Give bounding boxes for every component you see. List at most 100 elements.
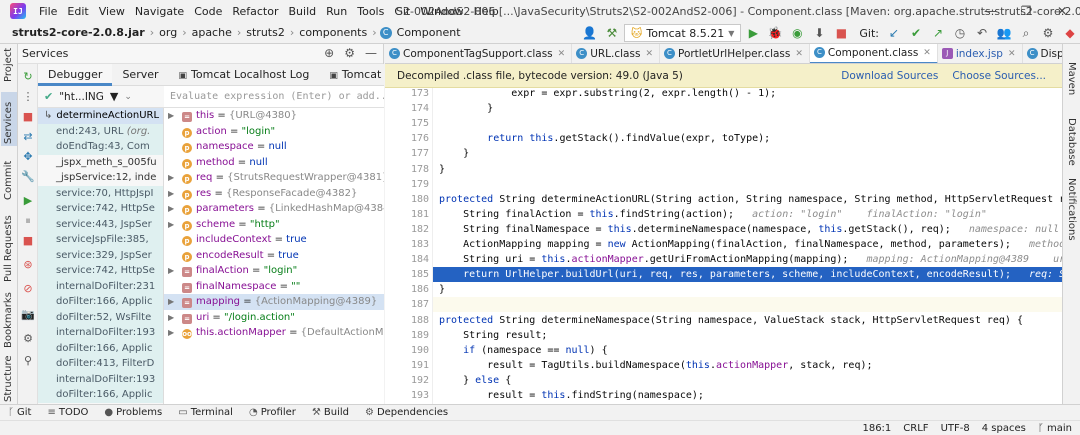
- settings-icon[interactable]: ⚙: [21, 332, 35, 346]
- code-line[interactable]: }: [433, 101, 1062, 116]
- code-line[interactable]: }: [433, 282, 1062, 297]
- tool-tab-pull-requests[interactable]: Pull Requests: [1, 214, 17, 284]
- rerun-icon[interactable]: ↻: [21, 70, 35, 84]
- tool-tab-project[interactable]: Project: [1, 44, 17, 84]
- close-tab-icon[interactable]: ✕: [558, 44, 566, 63]
- chevron-right-icon[interactable]: ▶: [168, 325, 174, 341]
- tool-window-problems[interactable]: ● Problems: [96, 407, 170, 418]
- run-icon[interactable]: ▶: [743, 23, 763, 43]
- tab-server[interactable]: Server: [112, 64, 168, 86]
- file-encoding[interactable]: UTF-8: [941, 423, 970, 434]
- variable-row[interactable]: ▶ = mapping = {ActionMapping@4389}: [164, 294, 384, 310]
- variable-row[interactable]: ▶ p parameters = {LinkedHashMap@4384} size…: [164, 201, 384, 217]
- step-icon[interactable]: ⋮: [21, 90, 35, 104]
- editor-tab[interactable]: C PortletUrlHelper.class ✕: [660, 44, 810, 63]
- menu-file[interactable]: File: [34, 5, 62, 18]
- close-tab-icon[interactable]: ✕: [645, 44, 653, 63]
- menu-run[interactable]: Run: [321, 5, 352, 18]
- pin-icon[interactable]: ⚲: [21, 354, 35, 368]
- close-tab-icon[interactable]: ✕: [795, 44, 803, 63]
- tool-window-todo[interactable]: ≡ TODO: [39, 407, 96, 418]
- variable-row[interactable]: p includeContext = true: [164, 232, 384, 248]
- camera-icon[interactable]: 📷: [21, 308, 35, 322]
- settings-icon[interactable]: ⚙: [1038, 23, 1058, 43]
- menu-view[interactable]: View: [94, 5, 130, 18]
- tool-window-terminal[interactable]: ▭ Terminal: [170, 407, 241, 418]
- breadcrumb-component[interactable]: Component: [395, 26, 463, 39]
- code-line[interactable]: String finalNamespace = this.determineNa…: [433, 222, 1062, 237]
- git-branch[interactable]: ᚴ main: [1038, 423, 1072, 434]
- tool-window-profiler[interactable]: ◔ Profiler: [241, 407, 304, 418]
- rollback-icon[interactable]: ↶: [972, 23, 992, 43]
- stack-frame[interactable]: end:243, URL (org.: [38, 123, 163, 139]
- gear-icon[interactable]: ⚙: [344, 46, 355, 60]
- editor-tab[interactable]: C Component.class ✕: [809, 44, 938, 63]
- editor-tab[interactable]: Jindex.jsp ✕: [938, 44, 1023, 63]
- minimize-icon[interactable]: —: [972, 4, 1008, 18]
- breadcrumb-jar[interactable]: struts2-core-2.0.8.jar: [10, 26, 147, 39]
- maximize-icon[interactable]: ❐: [1008, 4, 1044, 18]
- variable-row[interactable]: ▶ oo this.actionMapper = {DefaultActionMap…: [164, 325, 384, 341]
- stack-frame[interactable]: serviceJspFile:385,: [38, 232, 163, 248]
- stack-frame[interactable]: service:329, JspSer: [38, 247, 163, 263]
- stack-frame[interactable]: internalDoFilter:193: [38, 325, 163, 341]
- tool-window-git[interactable]: ᚴ Git: [0, 407, 39, 418]
- chevron-down-icon[interactable]: ⌄: [124, 92, 132, 102]
- current-execution-line[interactable]: return UrlHelper.buildUrl(uri, req, res,…: [433, 267, 1062, 283]
- code-line[interactable]: protected String determineActionURL(Stri…: [433, 192, 1062, 207]
- breadcrumb-struts2[interactable]: struts2: [244, 26, 287, 39]
- variable-row[interactable]: = finalNamespace = "": [164, 279, 384, 295]
- stack-frame[interactable]: doFilter:52, WsFilte: [38, 309, 163, 325]
- history-icon[interactable]: ◷: [950, 23, 970, 43]
- code-line[interactable]: String result;: [433, 328, 1062, 343]
- stop-icon[interactable]: ■: [21, 110, 35, 124]
- chevron-right-icon[interactable]: ▶: [168, 217, 174, 233]
- stack-frame[interactable]: doFilter:166, Applic: [38, 387, 163, 403]
- chevron-right-icon[interactable]: ▶: [168, 170, 174, 186]
- tool-window-build[interactable]: ⚒ Build: [304, 407, 357, 418]
- code-line[interactable]: [433, 297, 1062, 313]
- menu-code[interactable]: Code: [189, 5, 227, 18]
- variable-row[interactable]: ▶ = uri = "/login.action": [164, 310, 384, 326]
- wrench-icon[interactable]: 🔧: [21, 170, 35, 184]
- code-area[interactable]: expr = expr.substring(2, expr.length() -…: [433, 88, 1062, 404]
- git-update-icon[interactable]: ↙: [884, 23, 904, 43]
- variable-row[interactable]: ▶ = finalAction = "login": [164, 263, 384, 279]
- filter-icon[interactable]: ▼: [110, 90, 118, 103]
- code-line[interactable]: ActionMapping mapping = new ActionMappin…: [433, 237, 1062, 252]
- variable-row[interactable]: p method = null: [164, 155, 384, 171]
- code-line[interactable]: }: [433, 146, 1062, 161]
- chevron-right-icon[interactable]: ▶: [168, 294, 174, 310]
- add-service-icon[interactable]: ⊕: [324, 46, 334, 60]
- stop-icon[interactable]: ■: [831, 23, 851, 43]
- build-hammer-icon[interactable]: ⚒: [602, 23, 622, 43]
- choose-sources-link[interactable]: Choose Sources...: [952, 64, 1046, 88]
- code-line[interactable]: protected String determineNamespace(Stri…: [433, 313, 1062, 328]
- editor-tab[interactable]: CDispatcher.class✕: [1023, 44, 1062, 63]
- code-line[interactable]: result = TagUtils.buildNamespace(this.ac…: [433, 358, 1062, 373]
- caret-position[interactable]: 186:1: [862, 423, 891, 434]
- download-sources-link[interactable]: Download Sources: [841, 64, 938, 88]
- menu-edit[interactable]: Edit: [62, 5, 93, 18]
- git-push-icon[interactable]: ↗: [928, 23, 948, 43]
- tab-tomcat-localhost-log[interactable]: ▣ Tomcat Localhost Log: [169, 64, 320, 86]
- ide-logo-icon[interactable]: ◆: [1060, 23, 1080, 43]
- code-line[interactable]: String uri = this.actionMapper.getUriFro…: [433, 252, 1062, 267]
- resume-icon[interactable]: ⇄: [21, 130, 35, 144]
- run-configuration-select[interactable]: 🐱 Tomcat 8.5.21 ▼: [623, 24, 742, 42]
- tool-tab-structure[interactable]: Structure: [1, 355, 17, 404]
- menu-refactor[interactable]: Refactor: [227, 5, 283, 18]
- menu-tools[interactable]: Tools: [352, 5, 389, 18]
- minimize-panel-icon[interactable]: —: [365, 46, 377, 60]
- stack-frame[interactable]: service:742, HttpSe: [38, 263, 163, 279]
- stack-frame[interactable]: internalDoFilter:193: [38, 371, 163, 387]
- deploy-icon[interactable]: ✥: [21, 150, 35, 164]
- stack-frame[interactable]: service:443, JspSer: [38, 216, 163, 232]
- stack-frame[interactable]: internalDoFilter:231: [38, 278, 163, 294]
- stack-frame[interactable]: ↳ determineActionURL: [38, 108, 163, 124]
- tab-debugger[interactable]: Debugger: [38, 63, 113, 86]
- code-line[interactable]: } else {: [433, 373, 1062, 388]
- code-line[interactable]: result = this.findString(namespace);: [433, 388, 1062, 403]
- tool-tab-commit[interactable]: Commit: [1, 156, 17, 202]
- resume-program-icon[interactable]: ▶: [21, 194, 35, 208]
